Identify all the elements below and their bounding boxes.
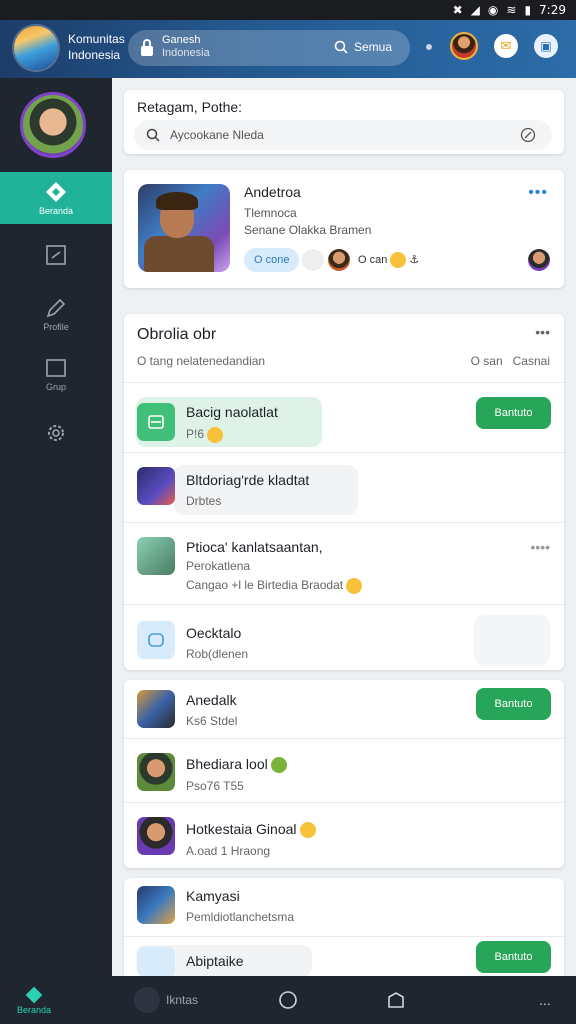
featured-chip[interactable]: O cone	[244, 248, 300, 272]
chat-filter[interactable]: O san Casnai	[471, 354, 550, 368]
member-avatar	[328, 249, 350, 271]
game-controller-icon[interactable]: ▣	[534, 34, 558, 58]
home-diamond-icon	[25, 986, 43, 1004]
game-thumbnail	[137, 537, 175, 575]
brand-name: Komunitas Indonesia	[68, 32, 125, 62]
chat-list-card: Obrolia obr ••• O tang nelatenedandian O…	[124, 314, 564, 670]
row-title: Bhediara lool	[186, 756, 287, 774]
profile-avatar[interactable]	[20, 92, 86, 158]
featured-subtitle: Tlemnoca	[244, 206, 297, 220]
search-placeholder: Aycookane Nleda	[170, 128, 264, 142]
row-sub-2: Cangao +l le Birtedia Braodat	[186, 578, 363, 594]
join-button[interactable]: Bantuto	[476, 397, 551, 429]
edit-icon[interactable]	[520, 127, 536, 143]
bottom-nav: Beranda Ikntas ...	[0, 976, 576, 1024]
bottom-nav-communities[interactable]: Ikntas	[116, 976, 216, 1024]
gear-icon	[48, 425, 64, 441]
search-card-title: Retagam, Pothe:	[137, 99, 243, 115]
wifi-icon: ≋	[506, 3, 517, 17]
bottom-nav-discover[interactable]	[276, 976, 300, 1024]
list-item[interactable]: Oecktalo Rob(dlenen	[124, 604, 564, 670]
game-thumbnail	[137, 886, 175, 924]
bottom-nav-store[interactable]	[384, 976, 408, 1024]
game-thumbnail	[137, 753, 175, 791]
lock-icon	[141, 39, 153, 56]
bag-icon	[388, 992, 404, 1008]
emoji-icon	[207, 427, 224, 443]
sidebar-item-profile[interactable]: Profile	[0, 288, 112, 340]
app-header: Komunitas Indonesia Ganesh Indonesia Sem…	[0, 20, 576, 78]
sidebar: Beranda Profile Grup	[0, 78, 112, 976]
game-thumbnail	[137, 467, 175, 505]
featured-description: Senane Olakka Bramen	[244, 223, 372, 237]
list-item[interactable]: Anedalk Ks6 Stdel Bantuto	[124, 680, 564, 738]
list-item[interactable]: Ptioca' kanlatsaantan, Perokatlena Canga…	[124, 522, 564, 604]
sidebar-item-settings[interactable]	[0, 408, 112, 460]
user-avatar[interactable]	[450, 32, 478, 60]
game-thumbnail	[137, 690, 175, 728]
extra-list-card: Kamyasi Pemldiotlanchetsma Abiptaike Ban…	[124, 878, 564, 977]
member-avatar	[302, 249, 324, 271]
member-avatar	[528, 249, 550, 271]
sidebar-item-chat[interactable]	[0, 230, 112, 282]
list-item[interactable]: Bltdoriag'rde kladtat Drbtes	[124, 452, 564, 522]
search-icon	[146, 128, 160, 142]
chat-bubble-icon	[137, 403, 175, 441]
signal-icon: ◢	[470, 3, 480, 17]
emoji-icon	[270, 757, 287, 774]
pencil-icon	[46, 298, 66, 318]
join-button[interactable]: Bantuto	[476, 941, 551, 973]
battery-icon: ▮	[524, 3, 532, 17]
notification-bell-icon[interactable]: ✉	[494, 34, 518, 58]
featured-chip-2[interactable]: O can ⚓	[358, 248, 419, 272]
search-input[interactable]: Aycookane Nleda	[134, 120, 552, 150]
search-card: Retagam, Pothe: Aycookane Nleda	[124, 90, 564, 154]
circle-icon	[279, 991, 297, 1009]
chat-card-subtitle: O tang nelatenedandian	[137, 354, 266, 368]
emoji-icon	[390, 252, 407, 269]
community-logo[interactable]	[14, 26, 58, 70]
status-bar: ✖ ◢ ◉ ≋ ▮ 7:29	[0, 0, 576, 20]
game-thumbnail	[137, 817, 175, 855]
group-switcher-pill[interactable]: Ganesh Indonesia Semua	[128, 30, 410, 66]
search-icon	[334, 40, 348, 54]
row-title: Hotkestaia Ginoal	[186, 821, 316, 839]
bottom-nav-more[interactable]: ...	[530, 976, 560, 1024]
featured-title: Andetroa	[244, 184, 301, 200]
list-item[interactable]: Kamyasi Pemldiotlanchetsma	[124, 878, 564, 936]
hero-character-image	[138, 184, 230, 272]
list-item[interactable]: Hotkestaia Ginoal A.oad 1 Hraong	[124, 802, 564, 868]
group-list-card: Anedalk Ks6 Stdel Bantuto Bhediara lool …	[124, 680, 564, 868]
more-options-icon[interactable]: ••••	[530, 539, 550, 555]
group-name: Ganesh Indonesia	[162, 34, 210, 59]
list-item[interactable]: Abiptaike Bantuto	[124, 936, 564, 977]
online-dot-icon	[426, 44, 432, 50]
header-search-button[interactable]: Semua	[334, 40, 392, 54]
emoji-icon	[346, 578, 363, 594]
square-icon	[46, 359, 66, 377]
sidebar-item-home[interactable]: Beranda	[0, 172, 112, 224]
row-sub: P!6	[186, 427, 224, 443]
chat-bubble-icon	[137, 947, 175, 977]
chat-square-icon	[46, 245, 66, 265]
data-icon: ◉	[487, 3, 499, 17]
notification-icon: ✖	[452, 3, 463, 17]
chat-bubble-icon	[137, 621, 175, 659]
more-options-icon[interactable]: •••	[528, 184, 548, 202]
list-item[interactable]: Bhediara lool Pso76 T55	[124, 738, 564, 802]
chat-card-title: Obrolia obr	[137, 326, 217, 343]
featured-post-card[interactable]: Andetroa Tlemnoca Senane Olakka Bramen •…	[124, 170, 564, 288]
join-button[interactable]: Bantuto	[476, 688, 551, 720]
chat-circle-icon	[133, 987, 160, 1013]
home-diamond-icon	[46, 182, 66, 202]
clock: 7:29	[539, 3, 566, 17]
sidebar-item-group[interactable]: Grup	[0, 348, 112, 400]
bottom-nav-home[interactable]: Beranda	[14, 976, 54, 1024]
more-options-icon[interactable]: •••	[535, 324, 550, 340]
emoji-icon	[299, 822, 316, 839]
list-item[interactable]: Bacig naolatlat P!6 Bantuto	[124, 382, 564, 452]
